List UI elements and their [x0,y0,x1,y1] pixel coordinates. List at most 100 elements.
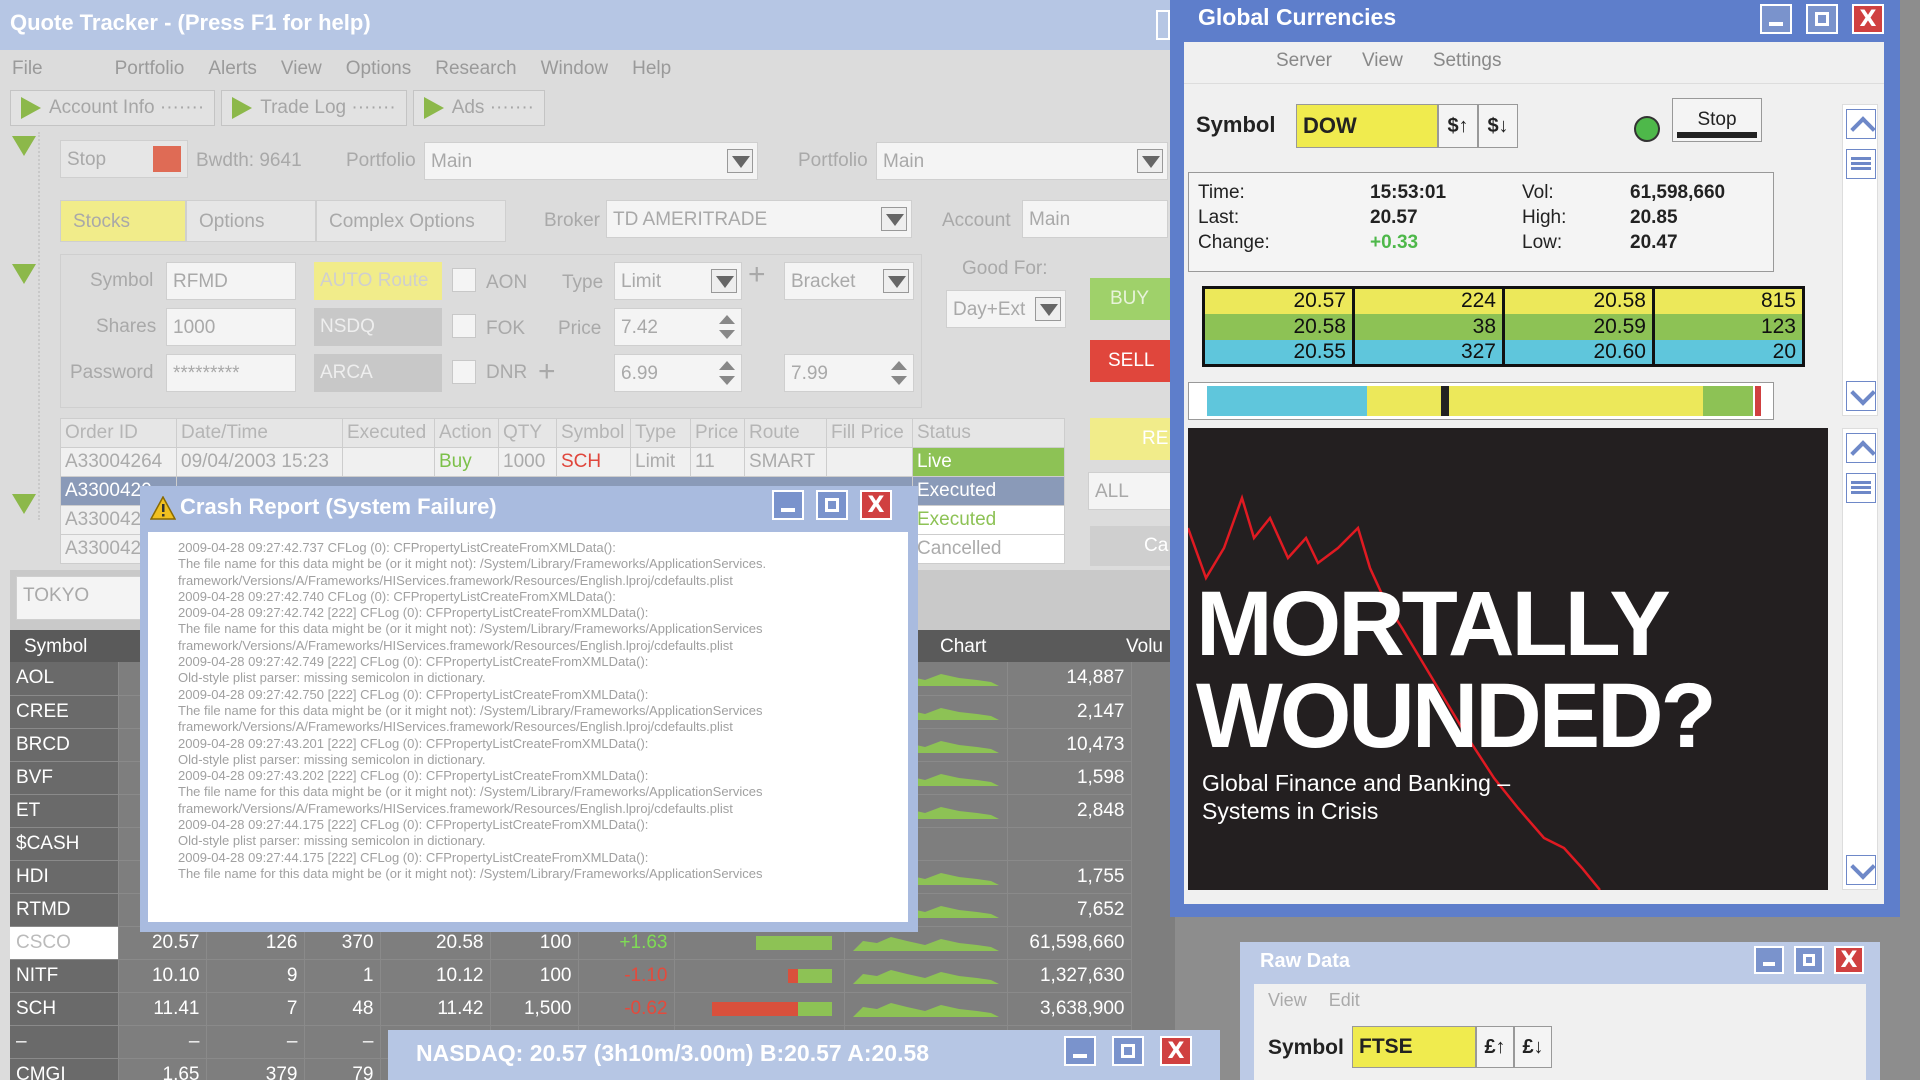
main-minimize-icon[interactable] [1156,10,1170,40]
menu-server[interactable]: Server [1276,50,1332,83]
sort-up-button[interactable]: $↑ [1438,104,1478,148]
col-date-time[interactable]: Date/Time [176,418,343,448]
symbol-input[interactable]: RFMD [166,262,296,300]
col-order-id[interactable]: Order ID [60,418,177,448]
portfolio2-select[interactable]: Main [876,142,1168,180]
stop-button[interactable]: Stop [60,140,188,178]
scroll-grip-icon[interactable] [1846,149,1876,179]
col-route[interactable]: Route [744,418,827,448]
minimize-icon[interactable] [772,490,804,520]
scroll-grip-icon[interactable] [1846,473,1876,503]
scroll-down-icon[interactable] [1846,381,1876,411]
plus-icon[interactable]: + [538,355,556,389]
price-stepper[interactable]: 7.42 [614,308,742,346]
gc-symbol-input[interactable]: DOW [1296,104,1438,148]
range-marker[interactable] [1441,386,1449,416]
raw-sort-down-button[interactable]: £↓ [1514,1026,1552,1068]
menu-window[interactable]: Window [529,58,621,88]
bracket-select[interactable]: Bracket [784,262,914,300]
col-qty[interactable]: QTY [498,418,557,448]
maximize-icon[interactable] [1794,946,1824,974]
minimize-icon[interactable] [1754,946,1784,974]
portfolio-select[interactable]: Main [424,142,758,180]
cancel-order-button[interactable]: Ca [1090,526,1175,566]
menu-portfolio[interactable]: Portfolio [55,58,197,88]
tab-complex-options[interactable]: Complex Options [316,200,506,242]
close-icon[interactable]: X [1160,1036,1192,1066]
shares-input[interactable]: 1000 [166,308,296,346]
ads-button[interactable]: Ads ······· [412,90,545,126]
col-watch-chart[interactable]: Chart [940,636,986,658]
col-status[interactable]: Status [912,418,1065,448]
scroll-up-icon[interactable] [1846,109,1876,139]
account-select[interactable]: Main [1022,200,1168,238]
close-icon[interactable]: X [1852,4,1884,34]
menu-file[interactable]: File [0,58,55,88]
col-watch-volume[interactable]: Volu [1126,636,1163,658]
account-info-button[interactable]: Account Info ······· [10,90,216,126]
menu-options[interactable]: Options [334,58,423,88]
depth-row[interactable]: 20.57 224 20.58 815 [1203,287,1804,314]
col-action[interactable]: Action [434,418,499,448]
spinner-icon[interactable] [889,359,909,387]
col-fill-price[interactable]: Fill Price [826,418,913,448]
maximize-icon[interactable] [1806,4,1838,34]
watchlist-name-input[interactable]: TOKYO [16,576,142,620]
menu-research[interactable]: Research [423,58,528,88]
col-watch-symbol[interactable]: Symbol [24,636,87,658]
menu-view[interactable]: View [1362,50,1403,83]
nsdq-route-button[interactable]: NSDQ [314,308,442,346]
maximize-icon[interactable] [816,490,848,520]
menu-view[interactable]: View [1268,990,1307,1018]
menu-settings[interactable]: Settings [1433,50,1502,83]
broker-select[interactable]: TD AMERITRADE [606,200,912,238]
buy-button[interactable]: BUY [1090,278,1175,320]
sort-down-button[interactable]: $↓ [1478,104,1518,148]
depth-row[interactable]: 20.58 38 20.59 123 [1203,313,1804,340]
menu-help[interactable]: Help [620,58,683,88]
gc-scrollbar-bottom[interactable] [1842,428,1878,890]
col-price[interactable]: Price [690,418,745,448]
fok-checkbox[interactable] [452,314,476,338]
aon-checkbox[interactable] [452,268,476,292]
add-bracket-icon[interactable]: + [748,258,766,292]
menu-alerts[interactable]: Alerts [196,58,269,88]
close-icon[interactable]: X [860,490,892,520]
type-select[interactable]: Limit [614,262,742,300]
spinner-icon[interactable] [717,313,737,341]
collapse-arrow-icon[interactable] [12,494,36,514]
high-price-stepper[interactable]: 7.99 [784,354,914,392]
password-input[interactable]: ********* [166,354,296,392]
table-row[interactable]: NITF 10.10 9 1 10.12 100 -1.10 1,327,630 [10,959,1132,993]
refresh-button[interactable]: REFI [1090,418,1175,460]
raw-sort-up-button[interactable]: £↑ [1476,1026,1514,1068]
col-symbol[interactable]: Symbol [556,418,631,448]
menu-view[interactable]: View [269,58,334,88]
trade-log-button[interactable]: Trade Log ······· [221,90,407,126]
menu-edit[interactable]: Edit [1329,990,1360,1018]
collapse-arrow-icon[interactable] [12,264,36,284]
gc-stop-button[interactable]: Stop [1672,98,1762,142]
auto-route-button[interactable]: AUTO Route [314,262,442,300]
close-icon[interactable]: X [1834,946,1864,974]
scroll-down-icon[interactable] [1846,855,1876,885]
scroll-up-icon[interactable] [1846,433,1876,463]
sell-button[interactable]: SELL [1090,340,1175,382]
col-type[interactable]: Type [630,418,691,448]
collapse-arrow-icon[interactable] [12,136,36,156]
good-for-select[interactable]: Day+Ext [946,290,1066,328]
minimize-icon[interactable] [1760,4,1792,34]
dnr-checkbox[interactable] [452,360,476,384]
maximize-icon[interactable] [1112,1036,1144,1066]
raw-symbol-input[interactable]: FTSE [1352,1026,1476,1068]
low-price-stepper[interactable]: 6.99 [614,354,742,392]
tab-stocks[interactable]: Stocks [60,200,186,242]
depth-row[interactable]: 20.55 327 20.60 20 [1203,339,1804,366]
arca-route-button[interactable]: ARCA [314,354,442,392]
filter-all-select[interactable]: ALL [1088,472,1175,510]
table-row[interactable]: SCH 11.41 7 48 11.42 1,500 -0.62 3,638,900 [10,992,1132,1026]
spinner-icon[interactable] [717,359,737,387]
minimize-icon[interactable] [1064,1036,1096,1066]
table-row[interactable]: A33004264 09/04/2003 15:23 Buy 1000 SCH … [60,447,1065,477]
tab-options[interactable]: Options [186,200,316,242]
